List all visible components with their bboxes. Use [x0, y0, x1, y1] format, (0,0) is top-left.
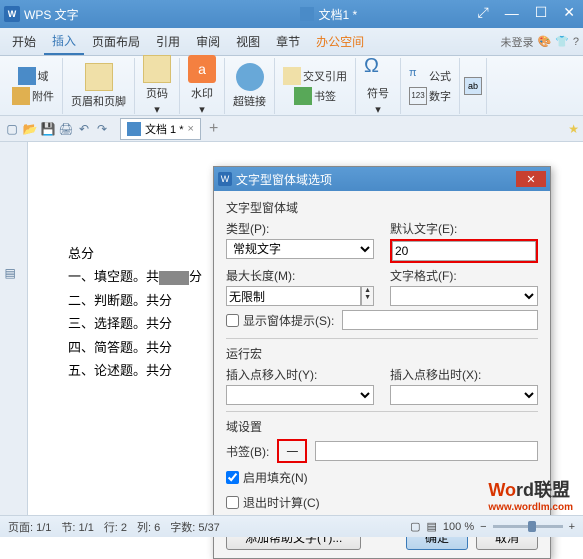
- new-icon[interactable]: ▢: [4, 121, 20, 137]
- doc-icon: [127, 122, 141, 136]
- zoom-slider[interactable]: [493, 525, 563, 528]
- side-panel: ▤: [0, 142, 28, 522]
- enable-fill-checkbox[interactable]: [226, 471, 239, 484]
- macro-exit-select[interactable]: [390, 385, 538, 405]
- close-button[interactable]: ✕: [559, 4, 579, 21]
- type-label: 类型(P):: [226, 220, 374, 237]
- new-tab-button[interactable]: +: [209, 120, 218, 138]
- macro-exit-label: 插入点移出时(X):: [390, 366, 538, 383]
- doc-tab-title: 文档 1 *: [145, 121, 184, 137]
- maxlen-input[interactable]: [226, 286, 361, 306]
- bookmark-label: 书签(B):: [226, 443, 269, 460]
- view-icon[interactable]: ▢: [410, 520, 420, 533]
- bookmark-value-box: 一: [279, 441, 305, 461]
- ribbon: 域 附件 页眉和页脚 页码 ▾ a水印 ▾ 超链接 交叉引用 书签 Ω符号 ▾ …: [0, 56, 583, 116]
- menu-bar: 开始 插入 页面布局 引用 审阅 视图 章节 办公空间 未登录 🎨 👕 ?: [0, 28, 583, 56]
- default-text-label: 默认文字(E):: [390, 220, 538, 237]
- document-tab-bar: ▢ 📂 💾 🖨 ↶ ↷ 文档 1 * × + ★: [0, 116, 583, 142]
- tab-insert[interactable]: 插入: [44, 28, 84, 55]
- hyperlink-button[interactable]: 超链接: [229, 61, 270, 111]
- calc-on-exit-checkbox[interactable]: [226, 496, 239, 509]
- zoom-out-button[interactable]: −: [480, 521, 486, 533]
- view-icon-2[interactable]: ▤: [427, 520, 437, 533]
- show-prompt-label: 显示窗体提示(S):: [243, 312, 334, 329]
- save-icon[interactable]: 💾: [40, 121, 56, 137]
- macro-entry-label: 插入点移入时(Y):: [226, 366, 374, 383]
- show-prompt-checkbox[interactable]: [226, 314, 239, 327]
- title-bar: W WPS 文字 文档1 * ⤢ — ☐ ✕: [0, 0, 583, 28]
- zoom-value: 100 %: [443, 521, 474, 533]
- tab-reference[interactable]: 引用: [148, 29, 188, 54]
- symbol-button[interactable]: Ω符号 ▾: [360, 53, 396, 118]
- doc-name: 文档1 *: [318, 6, 357, 23]
- open-icon[interactable]: 📂: [22, 121, 38, 137]
- redo-icon[interactable]: ↷: [94, 121, 110, 137]
- equation-button[interactable]: π公式: [405, 66, 455, 86]
- doc-title-center: 文档1 *: [300, 6, 357, 23]
- format-label: 文字格式(F):: [390, 267, 538, 284]
- doc-icon: [300, 7, 314, 21]
- panel-icon[interactable]: ▤: [5, 266, 23, 284]
- tab-close-icon[interactable]: ×: [188, 123, 194, 135]
- help-icon[interactable]: ?: [573, 36, 579, 48]
- watermark: Word联盟 www.wordlm.com: [488, 476, 573, 513]
- default-text-highlight: [390, 239, 538, 263]
- section-text-form-field: 文字型窗体域: [226, 199, 538, 216]
- app-title: WPS 文字: [24, 6, 79, 23]
- status-chars: 字数: 5/37: [170, 519, 220, 535]
- status-page: 页面: 1/1: [8, 519, 51, 535]
- tab-office-space[interactable]: 办公空间: [308, 29, 372, 54]
- document-tab[interactable]: 文档 1 * ×: [120, 118, 201, 140]
- zoom-in-button[interactable]: +: [569, 521, 575, 533]
- status-bar: 页面: 1/1 节: 1/1 行: 2 列: 6 字数: 5/37 ▢ ▤ 10…: [0, 515, 583, 537]
- macro-entry-select[interactable]: [226, 385, 374, 405]
- app-icon: W: [4, 6, 20, 22]
- tab-page-layout[interactable]: 页面布局: [84, 29, 148, 54]
- favorite-icon[interactable]: ★: [568, 122, 579, 136]
- type-select[interactable]: 常规文字: [226, 239, 374, 259]
- login-status[interactable]: 未登录: [500, 34, 533, 50]
- section-macro: 运行宏: [226, 345, 538, 362]
- undo-icon[interactable]: ↶: [76, 121, 92, 137]
- dialog-title: 文字型窗体域选项: [236, 171, 332, 188]
- format-select[interactable]: [390, 286, 538, 306]
- bookmark-input[interactable]: [315, 441, 538, 461]
- dialog-icon: W: [218, 172, 232, 186]
- bookmark-button[interactable]: 书签: [290, 86, 340, 106]
- minimize-button[interactable]: —: [501, 5, 523, 21]
- page-number-button[interactable]: 页码 ▾: [139, 53, 175, 118]
- tab-view[interactable]: 视图: [228, 29, 268, 54]
- maxlen-label: 最大长度(M):: [226, 267, 374, 284]
- form-textbox-icon[interactable]: ab: [464, 77, 482, 95]
- print-icon[interactable]: 🖨: [58, 121, 74, 137]
- attachment-button[interactable]: 附件: [8, 86, 58, 106]
- window-buttons: ⤢ — ☐ ✕: [474, 4, 580, 21]
- maximize-button[interactable]: ☐: [531, 4, 552, 21]
- tab-chapter[interactable]: 章节: [268, 29, 308, 54]
- dialog-close-button[interactable]: ✕: [516, 171, 546, 187]
- show-prompt-input[interactable]: [342, 310, 538, 330]
- skin-icon[interactable]: 🎨: [537, 35, 551, 48]
- header-footer-button[interactable]: 页眉和页脚: [67, 61, 130, 111]
- spin-up-icon[interactable]: ▲: [362, 287, 373, 294]
- enable-fill-label: 启用填充(N): [243, 469, 308, 486]
- form-field-highlight: [159, 271, 189, 285]
- cross-reference-button[interactable]: 交叉引用: [279, 66, 351, 86]
- bookmark-highlight: 一: [277, 439, 307, 463]
- tab-review[interactable]: 审阅: [188, 29, 228, 54]
- shirt-icon[interactable]: 👕: [555, 35, 569, 48]
- tab-start[interactable]: 开始: [4, 29, 44, 54]
- number-button[interactable]: 123数字: [405, 86, 455, 106]
- dialog-titlebar[interactable]: W 文字型窗体域选项 ✕: [214, 167, 550, 191]
- status-section: 节: 1/1: [61, 519, 93, 535]
- default-text-input[interactable]: [392, 241, 536, 261]
- field-button[interactable]: 域: [14, 66, 53, 86]
- status-row: 行: 2: [104, 519, 127, 535]
- expand-icon[interactable]: ⤢: [474, 4, 493, 21]
- watermark-button[interactable]: a水印 ▾: [184, 53, 220, 118]
- status-col: 列: 6: [137, 519, 160, 535]
- spin-down-icon[interactable]: ▼: [362, 294, 373, 301]
- calc-on-exit-label: 退出时计算(C): [243, 494, 320, 511]
- section-field-settings: 域设置: [226, 418, 538, 435]
